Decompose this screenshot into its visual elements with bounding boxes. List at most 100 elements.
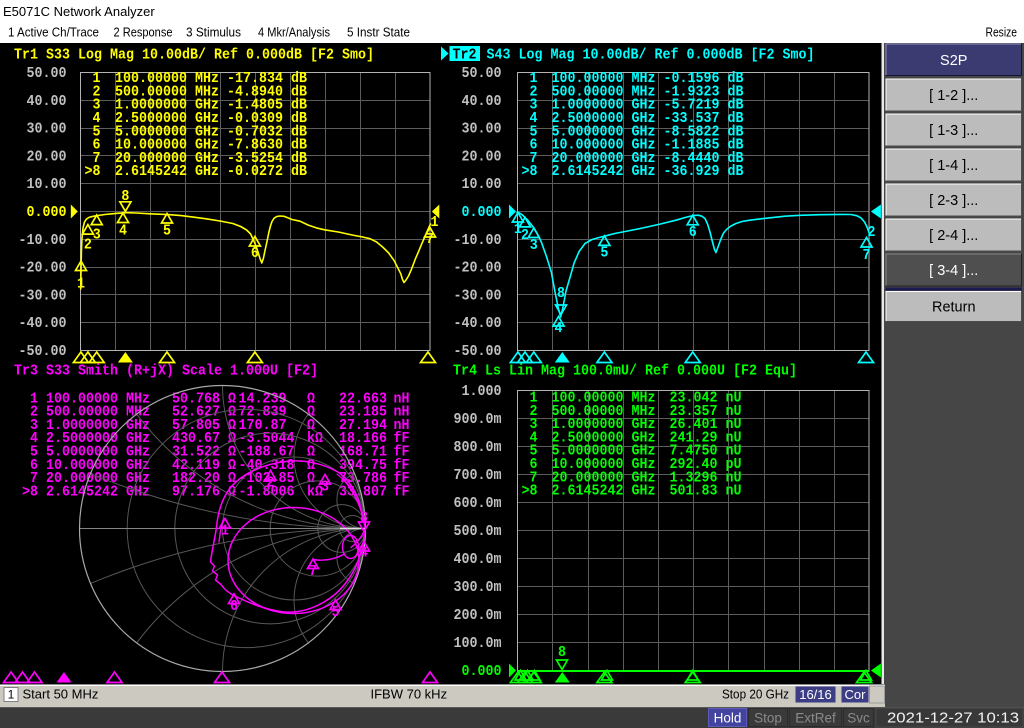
svg-text:0.000: 0.000 [462,663,502,680]
svg-text:ExtRef: ExtRef [795,711,836,726]
svg-text:200.0m: 200.0m [454,607,502,624]
svg-text:-10.00: -10.00 [454,232,502,249]
svg-text:IFBW 70 kHz: IFBW 70 kHz [371,687,448,702]
svg-text:3: 3 [530,237,538,254]
svg-text:-30.00: -30.00 [19,287,67,304]
svg-text:20.00: 20.00 [27,148,67,165]
svg-text:7: 7 [309,563,317,580]
svg-text:8: 8 [360,510,368,527]
svg-text:-20.00: -20.00 [454,260,502,277]
svg-text:Tr3 S33 Smith (R+jX) Scale 1.0: Tr3 S33 Smith (R+jX) Scale 1.000U [F2] [14,363,318,380]
svg-text:4 Mkr/Analysis: 4 Mkr/Analysis [258,25,330,40]
svg-text:50.00: 50.00 [27,65,67,82]
svg-text:Stop 20 GHz: Stop 20 GHz [722,687,789,702]
svg-text:[ 2-4 ]...: [ 2-4 ]... [929,228,978,244]
svg-text:-50.00: -50.00 [19,343,67,360]
svg-text:2: 2 [868,224,876,241]
svg-text:2.6145242 GHz: 2.6145242 GHz [115,163,219,180]
svg-text:[ 3-4 ]...: [ 3-4 ]... [929,263,978,279]
svg-text:S2P: S2P [940,53,967,69]
svg-text:2: 2 [267,475,275,492]
svg-text:3: 3 [93,227,101,244]
svg-text:6: 6 [251,245,259,262]
svg-text:1.000: 1.000 [462,383,502,400]
svg-text:Hold: Hold [714,711,742,726]
svg-text:10.00: 10.00 [27,176,67,193]
svg-text:2: 2 [521,227,529,244]
svg-text:4: 4 [360,545,368,562]
svg-text:-0.0272 dB: -0.0272 dB [227,163,307,180]
svg-text:700.0m: 700.0m [454,467,502,484]
svg-text:1: 1 [221,523,229,540]
svg-text:>8: >8 [522,163,538,180]
svg-text:300.0m: 300.0m [454,579,502,596]
svg-text:Stop: Stop [754,711,782,726]
svg-text:>8: >8 [85,163,101,180]
svg-text:8: 8 [121,188,129,205]
svg-text:4: 4 [119,223,127,240]
svg-text:>8: >8 [22,483,38,500]
svg-text:Svc: Svc [847,711,870,726]
svg-text:-40.00: -40.00 [19,315,67,332]
svg-text:800.0m: 800.0m [454,439,502,456]
svg-text:40.00: 40.00 [462,93,502,110]
svg-text:Start 50 MHz: Start 50 MHz [23,687,99,702]
svg-text:5: 5 [600,245,608,262]
svg-text:2.6145242 GHz: 2.6145242 GHz [46,483,150,500]
svg-text:7: 7 [863,247,871,264]
svg-text:100.0m: 100.0m [454,635,502,652]
svg-text:97.176: 97.176 [172,483,220,500]
svg-text:1: 1 [77,276,85,293]
svg-text:30.00: 30.00 [27,121,67,138]
svg-text:8: 8 [558,644,566,661]
svg-text:Return: Return [932,300,976,316]
svg-text:50.00: 50.00 [462,65,502,82]
svg-text:20.00: 20.00 [462,148,502,165]
svg-text:-20.00: -20.00 [19,260,67,277]
svg-text:1: 1 [8,688,15,702]
svg-text:7: 7 [426,231,434,248]
svg-text:5: 5 [332,604,340,621]
svg-text:Tr4 Ls Lin Mag 100.0mU/ Ref 0.: Tr4 Ls Lin Mag 100.0mU/ Ref 0.000U [F2 E… [453,363,797,380]
svg-text:E5071C Network Analyzer: E5071C Network Analyzer [3,4,155,19]
svg-text:1: 1 [431,214,439,231]
svg-text:40.00: 40.00 [27,93,67,110]
svg-text:6: 6 [689,224,697,241]
svg-text:400.0m: 400.0m [454,551,502,568]
svg-text:2: 2 [84,237,92,254]
svg-text:600.0m: 600.0m [454,495,502,512]
svg-text:[ 1-4 ]...: [ 1-4 ]... [929,158,978,174]
svg-text:30.00: 30.00 [462,121,502,138]
svg-text:-10.00: -10.00 [19,232,67,249]
svg-text:1 Active Ch/Trace: 1 Active Ch/Trace [8,25,99,40]
svg-text:2 Response: 2 Response [114,25,173,40]
svg-text:4: 4 [555,320,563,337]
svg-text:500.0m: 500.0m [454,523,502,540]
svg-text:0.000: 0.000 [462,204,502,221]
svg-text:[ 1-3 ]...: [ 1-3 ]... [929,123,978,139]
svg-text:10.00: 10.00 [462,176,502,193]
svg-text:3: 3 [321,479,329,496]
svg-text:2.6145242 GHz: 2.6145242 GHz [552,163,656,180]
svg-text:S43 Log Mag 10.00dB/ Ref 0.000: S43 Log Mag 10.00dB/ Ref 0.000dB [F2 Smo… [479,47,815,64]
svg-text:2021-12-27 10:13: 2021-12-27 10:13 [887,710,1019,727]
svg-text:[ 1-2 ]...: [ 1-2 ]... [929,88,978,104]
svg-text:8: 8 [557,285,565,302]
svg-text:16/16: 16/16 [799,687,832,702]
svg-text:Tr2: Tr2 [453,47,477,64]
svg-text:-36.929 dB: -36.929 dB [664,163,744,180]
svg-text:Resize: Resize [986,25,1018,40]
svg-text:-50.00: -50.00 [454,343,502,360]
svg-text:3 Stimulus: 3 Stimulus [186,25,241,40]
svg-text:5: 5 [163,223,171,240]
svg-text:900.0m: 900.0m [454,411,502,428]
svg-text:33.807: 33.807 [339,483,387,500]
svg-text:6: 6 [230,598,238,615]
svg-text:501.83 nU: 501.83 nU [670,483,742,500]
svg-text:fF: fF [394,483,410,500]
svg-text:5 Instr State: 5 Instr State [347,25,410,40]
svg-text:2.6145242 GHz: 2.6145242 GHz [552,483,656,500]
svg-text:-40.00: -40.00 [454,315,502,332]
svg-text:0.000: 0.000 [27,204,67,221]
svg-text:Tr1 S33 Log Mag 10.00dB/ Ref 0: Tr1 S33 Log Mag 10.00dB/ Ref 0.000dB [F2… [14,47,374,64]
